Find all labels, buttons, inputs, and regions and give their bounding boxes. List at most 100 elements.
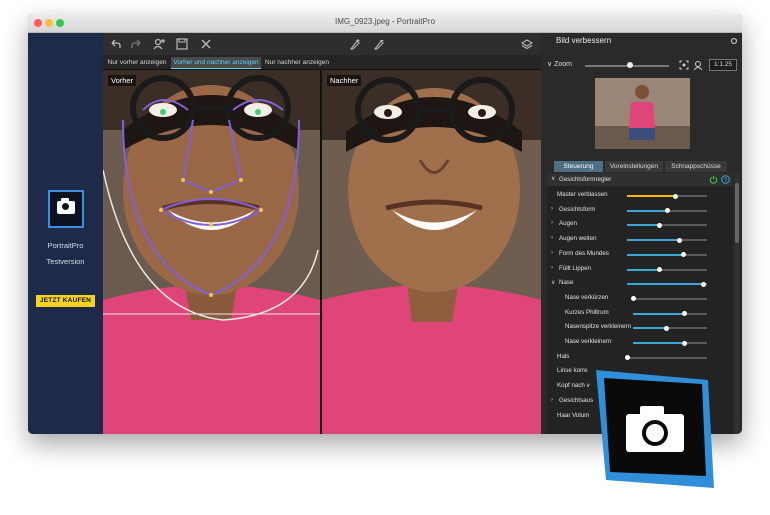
tab-after-only[interactable]: Nur nachher anzeigen <box>263 57 331 68</box>
slider-knob[interactable] <box>676 237 682 243</box>
sidebar: PortraitPro Testversion JETZT KAUFEN <box>28 33 103 434</box>
chevron-right-icon[interactable]: › <box>551 397 553 403</box>
face-zoom-icon[interactable] <box>693 60 703 70</box>
before-photo[interactable]: Vorher <box>103 70 320 434</box>
power-icon[interactable] <box>709 175 718 184</box>
slider-knob[interactable] <box>630 296 636 302</box>
chevron-down-icon: ∨ <box>551 176 556 182</box>
slider-fill <box>627 268 659 271</box>
control-label: Gesichtsaus <box>559 396 594 404</box>
slider-fill <box>633 327 667 330</box>
slider-knob[interactable] <box>664 208 670 214</box>
control-row[interactable]: Master verblassen <box>547 189 733 203</box>
save-icon[interactable] <box>176 38 188 50</box>
tab-snapshots[interactable]: Schnappschüsse <box>665 161 727 172</box>
slider-fill <box>633 312 685 315</box>
image-viewer: Vorher Nachher <box>103 70 541 434</box>
zoom-slider-knob[interactable] <box>627 62 633 68</box>
after-label: Nachher <box>327 75 362 86</box>
control-label: Augen <box>559 220 577 228</box>
chevron-right-icon[interactable]: › <box>551 235 553 241</box>
control-label: Hals <box>557 352 570 360</box>
control-row[interactable]: Nase verkleinern <box>547 336 733 350</box>
before-label: Vorher <box>108 75 137 86</box>
control-row[interactable]: ∨ Nase <box>547 277 733 291</box>
slider-track[interactable] <box>627 356 707 359</box>
zoom-label[interactable]: ∨ Zoom <box>547 60 572 68</box>
buy-now-button[interactable]: JETZT KAUFEN <box>36 295 95 307</box>
control-row[interactable]: Hals <box>547 351 733 365</box>
chevron-right-icon[interactable]: › <box>551 250 553 256</box>
portraitpro-badge-logo <box>596 370 714 488</box>
slider-fill <box>627 253 683 256</box>
scrollbar-thumb[interactable] <box>735 183 739 243</box>
after-portrait-image <box>322 70 541 434</box>
control-label: Linse korre <box>557 367 588 375</box>
slider-knob[interactable] <box>624 355 630 361</box>
slider-knob[interactable] <box>700 281 706 287</box>
layers-icon[interactable] <box>521 38 533 50</box>
camera-icon <box>57 198 75 214</box>
control-row[interactable]: › Gesichtsform <box>547 204 733 218</box>
slider-knob[interactable] <box>682 311 688 317</box>
tab-before-and-after[interactable]: Vorher und nachher anzeigen <box>171 57 261 69</box>
control-label: Nasenspitze verkleinern <box>565 323 632 331</box>
slider-knob[interactable] <box>656 267 662 272</box>
control-label: Nase <box>559 279 574 287</box>
control-row[interactable]: › Form des Mundes <box>547 248 733 262</box>
control-tabs: Steuerung Voreinstellungen Schnappschüss… <box>554 161 739 172</box>
slider-fill <box>627 239 679 242</box>
control-row[interactable]: › Füllt Lippen <box>547 263 733 277</box>
tab-before-only[interactable]: Nur vorher anzeigen <box>105 57 169 68</box>
slider-fill <box>627 283 703 286</box>
close-icon[interactable] <box>200 38 212 50</box>
navigator-thumbnail[interactable] <box>595 78 690 149</box>
control-row[interactable]: › Augen weiten <box>547 233 733 247</box>
chevron-right-icon[interactable]: › <box>551 265 553 271</box>
control-row[interactable]: Nase verkürzen <box>547 292 733 306</box>
undo-icon[interactable] <box>109 38 121 50</box>
control-label: Form des Mundes <box>559 249 609 257</box>
control-label: Kopf nach v <box>557 382 590 390</box>
control-row[interactable]: Nasenspitze verkleinern <box>547 321 733 335</box>
control-label: Master verblassen <box>557 191 608 198</box>
slider-fill <box>627 209 667 212</box>
settings-icon[interactable] <box>730 37 738 45</box>
redo-icon[interactable] <box>131 38 143 50</box>
title-bar: IMG_0923.jpeg - PortraitPro <box>28 14 742 33</box>
slider-knob[interactable] <box>682 340 688 346</box>
control-row[interactable]: › Augen <box>547 218 733 232</box>
slider-knob[interactable] <box>663 325 669 331</box>
before-portrait-image <box>103 70 320 434</box>
slider-knob[interactable] <box>656 222 662 228</box>
after-photo[interactable]: Nachher <box>322 70 541 434</box>
thumbnail-image <box>595 78 690 149</box>
control-label: Haar Volum <box>557 411 590 419</box>
control-label: Nase verkürzen <box>565 293 609 301</box>
controls-scrollbar[interactable] <box>735 173 739 434</box>
chevron-down-icon[interactable]: ∨ <box>551 279 555 286</box>
control-label: Kurzes Philtrum <box>565 308 609 316</box>
slider-track[interactable] <box>633 297 707 300</box>
tab-presets[interactable]: Voreinstellungen <box>605 161 663 172</box>
portraitpro-logo <box>48 190 84 228</box>
slider-knob[interactable] <box>672 193 678 199</box>
view-tabs: Nur vorher anzeigen Vorher und nachher a… <box>103 55 541 70</box>
help-icon[interactable]: ? <box>721 175 730 184</box>
tab-controls[interactable]: Steuerung <box>554 161 603 172</box>
slider-knob[interactable] <box>680 252 686 258</box>
fit-to-screen-icon[interactable] <box>679 60 689 70</box>
brush-remove-icon[interactable] <box>373 38 385 50</box>
edition-label: Testversion <box>46 257 85 266</box>
section-title: Gesichtsformregler <box>559 176 612 183</box>
brush-add-icon[interactable] <box>349 38 361 50</box>
add-face-icon[interactable] <box>153 38 165 50</box>
zoom-row: ∨ Zoom 1:1.25 <box>547 59 737 71</box>
control-row[interactable]: Kurzes Philtrum <box>547 307 733 321</box>
chevron-right-icon[interactable]: › <box>551 220 553 226</box>
chevron-right-icon[interactable]: › <box>551 206 553 212</box>
toolbar <box>103 33 541 55</box>
panel-title: Bild verbessern <box>556 36 612 45</box>
zoom-value[interactable]: 1:1.25 <box>709 59 737 71</box>
section-header[interactable]: ∨ Gesichtsformregler ? <box>547 173 733 186</box>
